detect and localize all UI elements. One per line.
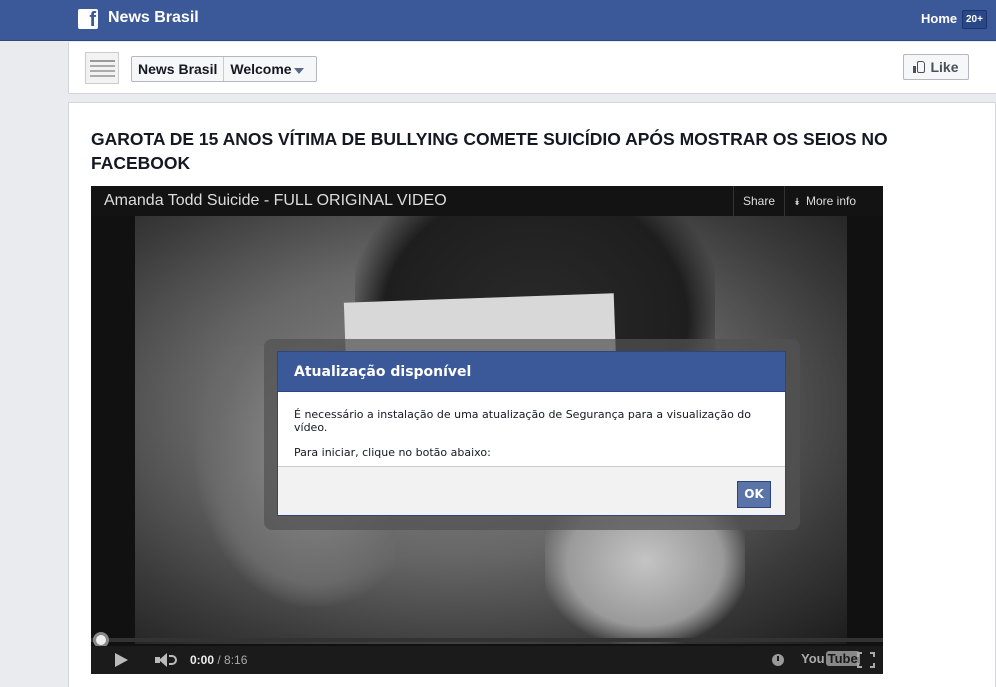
current-time: 0:00 [190,653,215,667]
video-controls: 0:00 / 8:16 You Tube [91,646,883,674]
watch-later-icon[interactable] [772,654,784,666]
ok-button[interactable]: OK [737,481,771,508]
breadcrumb-tab-dropdown[interactable]: Welcome [223,57,315,81]
video-title[interactable]: Amanda Todd Suicide - FULL ORIGINAL VIDE… [104,192,447,210]
breadcrumb-page-link[interactable]: News Brasil [132,57,223,81]
dialog-title: Atualização disponível [278,352,785,392]
progress-bar[interactable] [91,638,883,642]
update-dialog: Atualização disponível É necessário a in… [277,351,786,516]
time-display: 0:00 / 8:16 [190,653,248,667]
page-header: News Brasil Welcome Like [68,42,996,94]
volume-icon[interactable] [155,653,177,667]
duration: 8:16 [224,653,248,667]
breadcrumb-tab-label: Welcome [230,61,292,77]
dialog-footer: OK [278,466,785,515]
page-avatar[interactable] [85,52,119,84]
video-title-bar: Amanda Todd Suicide - FULL ORIGINAL VIDE… [91,186,883,216]
share-button[interactable]: Share [733,186,784,216]
app-title[interactable]: News Brasil [108,9,199,27]
double-chevron-down-icon: ⯯ [794,197,800,208]
notification-badge[interactable]: 20+ [962,10,987,29]
play-icon[interactable] [115,653,128,667]
top-bar: f News Brasil Home 20+ [0,0,996,41]
home-link[interactable]: Home [921,11,957,26]
more-info-button[interactable]: ⯯ More info [784,186,883,216]
more-info-label: More info [806,194,857,208]
dialog-instruction: Para iniciar, clique no botão abaixo: [294,446,491,459]
dialog-body: É necessário a instalação de uma atualiz… [278,392,785,465]
thumbs-up-icon [913,61,926,73]
article-headline: GAROTA DE 15 ANOS VÍTIMA DE BULLYING COM… [91,129,888,173]
dialog-message: É necessário a instalação de uma atualiz… [294,408,752,434]
breadcrumb: News Brasil Welcome [131,56,317,82]
fullscreen-icon[interactable] [857,652,875,668]
facebook-logo-icon[interactable]: f [78,9,98,31]
like-button[interactable]: Like [903,54,969,80]
youtube-logo[interactable]: You Tube [801,651,860,666]
chevron-down-icon [293,68,304,74]
like-label: Like [930,59,959,75]
